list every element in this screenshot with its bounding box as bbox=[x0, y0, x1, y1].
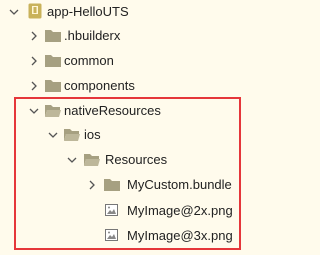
folder-icon bbox=[44, 77, 62, 94]
chevron-right-icon[interactable] bbox=[29, 56, 39, 66]
chevron-right-icon[interactable] bbox=[29, 31, 39, 41]
tree-item-myimage-2x[interactable]: MyImage@2x.png bbox=[0, 201, 314, 221]
folder-open-icon bbox=[44, 102, 62, 119]
chevron-down-icon[interactable] bbox=[29, 106, 39, 116]
project-icon bbox=[27, 2, 45, 19]
tree-item-root[interactable]: app-HelloUTS bbox=[0, 2, 314, 22]
folder-icon bbox=[44, 52, 62, 69]
tree-item-label: components bbox=[64, 78, 135, 93]
folder-open-icon bbox=[63, 126, 81, 143]
tree-item-myimage-3x[interactable]: MyImage@3x.png bbox=[0, 226, 314, 246]
folder-open-icon bbox=[83, 151, 101, 168]
image-file-icon bbox=[104, 228, 122, 245]
folder-icon bbox=[44, 27, 62, 44]
tree-item-nativeresources[interactable]: nativeResources bbox=[0, 101, 314, 121]
tree-item-resources[interactable]: Resources bbox=[0, 150, 314, 170]
chevron-down-icon[interactable] bbox=[9, 7, 19, 17]
tree-item-label: common bbox=[64, 53, 114, 68]
tree-item-common[interactable]: common bbox=[0, 51, 314, 71]
tree-item-label: nativeResources bbox=[64, 103, 161, 118]
tree-item-label: MyCustom.bundle bbox=[127, 177, 232, 192]
tree-item-mycustom-bundle[interactable]: MyCustom.bundle bbox=[0, 175, 314, 195]
tree-item-label: app-HelloUTS bbox=[47, 4, 129, 19]
chevron-right-icon[interactable] bbox=[87, 180, 97, 190]
tree-item-label: .hbuilderx bbox=[64, 28, 121, 43]
tree-item-label: Resources bbox=[105, 152, 168, 167]
image-file-icon bbox=[104, 203, 122, 220]
chevron-down-icon[interactable] bbox=[48, 130, 58, 140]
folder-icon bbox=[103, 176, 121, 193]
tree-item-label: MyImage@3x.png bbox=[127, 228, 233, 243]
chevron-right-icon[interactable] bbox=[29, 81, 39, 91]
tree-item-hbuilderx[interactable]: .hbuilderx bbox=[0, 26, 314, 46]
tree-item-ios[interactable]: ios bbox=[0, 125, 314, 145]
tree-item-components[interactable]: components bbox=[0, 76, 314, 96]
tree-item-label: ios bbox=[84, 127, 101, 142]
tree-item-label: MyImage@2x.png bbox=[127, 203, 233, 218]
chevron-down-icon[interactable] bbox=[67, 155, 77, 165]
